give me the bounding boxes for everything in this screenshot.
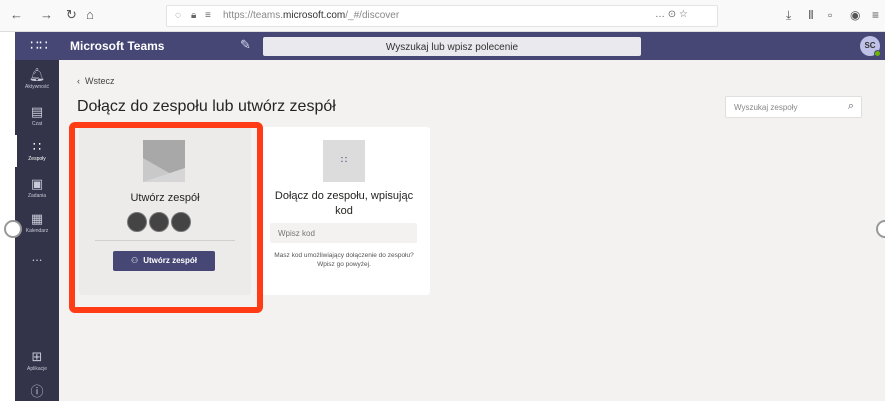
join-team-card: ∷ Dołącz do zespołu, wpisując kod Masz k… (258, 127, 430, 295)
back-link[interactable]: ‹ Wstecz (77, 76, 115, 86)
chevron-left-icon: ‹ (77, 76, 80, 86)
menu-icon[interactable]: ≡ (872, 8, 879, 22)
teams-header: ∷∷ Microsoft Teams ✎ Wyszukaj lub wpisz … (15, 32, 885, 60)
download-icon[interactable]: ⤓ (786, 8, 791, 23)
page-actions-icon[interactable]: … ⊙ ☆ (655, 9, 688, 20)
chat-icon: ▤ (30, 104, 44, 119)
command-search-box[interactable]: Wyszukaj lub wpisz polecenie (263, 37, 641, 56)
bell-icon: 🔔︎ (28, 67, 46, 82)
sidebar-icon[interactable]: ▫ (828, 8, 832, 22)
scroll-handle-left[interactable] (4, 220, 22, 238)
team-search-placeholder: Wyszukaj zespoły (734, 103, 798, 112)
command-search-placeholder: Wyszukaj lub wpisz polecenie (385, 42, 519, 53)
join-team-title: Dołącz do zespołu, wpisując kod (274, 190, 414, 217)
rail-item-teams[interactable]: ∷ Zespoły (15, 139, 59, 163)
extension-icon[interactable]: ◉ (850, 8, 860, 22)
window-left-edge (0, 32, 15, 401)
join-team-icon: ∷ (323, 140, 365, 182)
rail-item-help[interactable]: ⓘ (15, 385, 59, 399)
forward-arrow-icon[interactable]: → (40, 7, 53, 22)
rail-item-apps[interactable]: ⊞ Aplikacje (15, 349, 59, 373)
home-icon[interactable]: ⌂ (86, 7, 94, 22)
calendar-icon: ▦ (30, 211, 44, 226)
rail-label: Czat (31, 121, 43, 127)
permissions-icon: ≡ (205, 10, 211, 21)
browser-toolbar: ← → ↻ ⌂ ◌ 🔒︎ ≡ https://teams.microsoft.c… (0, 0, 885, 32)
app-launcher-icon[interactable]: ∷∷ (30, 37, 48, 54)
address-bar[interactable]: ◌ 🔒︎ ≡ https://teams.microsoft.com/_#/di… (166, 5, 718, 27)
tasks-icon: ▣ (30, 176, 44, 191)
back-arrow-icon[interactable]: ← (10, 7, 23, 22)
new-chat-icon[interactable]: ✎ (240, 37, 251, 53)
rail-label: Aktywność (25, 84, 49, 90)
library-icon[interactable]: Ⅱ (808, 8, 814, 22)
lock-icon: 🔒︎ (191, 10, 197, 21)
reload-icon[interactable]: ↻ (66, 7, 77, 23)
rail-item-tasks[interactable]: ▣ Zadania (15, 176, 59, 200)
rail-item-more[interactable]: ... (15, 250, 59, 264)
rail-item-activity[interactable]: 🔔︎ Aktywność (15, 67, 59, 91)
help-icon: ⓘ (30, 384, 44, 399)
avatar-initials: SC (864, 41, 876, 50)
highlight-frame (69, 122, 263, 313)
shield-icon: ◌ (175, 10, 181, 21)
rail-item-chat[interactable]: ▤ Czat (15, 104, 59, 128)
team-code-input[interactable] (270, 223, 417, 243)
more-icon: ... (31, 249, 43, 264)
rail-label: Zespoły (28, 156, 46, 162)
rail-label: Zadania (27, 193, 47, 199)
url-text: https://teams.microsoft.com/_#/discover (223, 10, 400, 21)
rail-label: Aplikacje (26, 366, 47, 372)
team-search-input[interactable]: Wyszukaj zespoły ⌕ (725, 96, 862, 118)
back-label: Wstecz (85, 76, 115, 86)
teams-icon: ∷ (32, 139, 42, 154)
join-help-text: Masz kod umożliwiający dołączenie do zes… (274, 252, 414, 268)
apps-icon: ⊞ (31, 349, 43, 364)
avatar[interactable]: SC (860, 36, 881, 57)
page-title: Dołącz do zespołu lub utwórz zespół (77, 98, 336, 115)
presence-status-icon (874, 50, 881, 57)
app-name: Microsoft Teams (70, 39, 165, 53)
search-icon[interactable]: ⌕ (848, 100, 854, 113)
